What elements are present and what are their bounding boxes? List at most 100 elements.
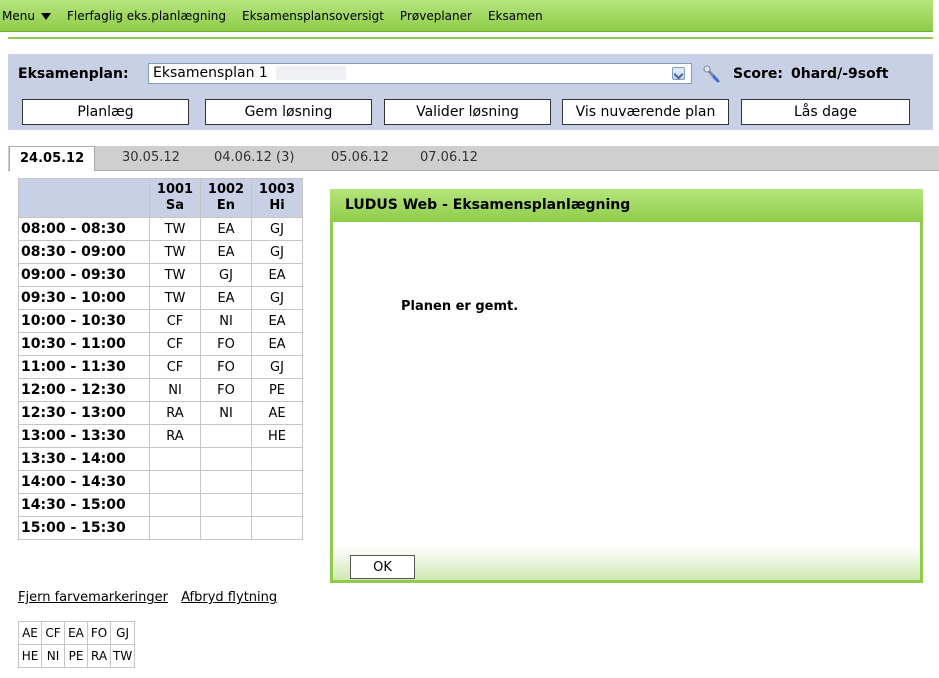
schedule-cell[interactable]: CF <box>149 355 201 379</box>
schedule-cell[interactable]: HE <box>251 424 303 448</box>
schedule-cell[interactable]: GJ <box>251 217 303 241</box>
room-header: 1001 Sa <box>149 178 201 218</box>
schedule-cell[interactable]: GJ <box>200 263 252 287</box>
menu-label: Menu <box>2 8 35 23</box>
legend-item[interactable]: RA <box>87 644 111 668</box>
schedule-cell[interactable]: EA <box>251 309 303 333</box>
room-abbr: Sa <box>165 198 185 213</box>
teacher-legend: AE CF EA FO GJ HE NI PE RA TW <box>18 621 136 668</box>
schedule-cell[interactable] <box>149 470 201 494</box>
remove-color-markings-link[interactable]: Fjern farvemarkeringer <box>18 590 168 605</box>
schedule-cell[interactable] <box>200 493 252 517</box>
triangle-down-icon <box>40 12 51 20</box>
ok-button[interactable]: OK <box>350 555 415 579</box>
legend-item[interactable]: FO <box>87 621 111 645</box>
schedule-cell[interactable] <box>149 447 201 471</box>
chevron-down-icon[interactable] <box>672 67 685 80</box>
schedule-cell[interactable] <box>251 493 303 517</box>
menu-item-flerfaglig[interactable]: Flerfaglig eks.planlægning <box>59 9 234 23</box>
schedule-row: 14:00 - 14:30 <box>18 470 303 494</box>
schedule-cell[interactable]: PE <box>251 378 303 402</box>
schedule-cell[interactable]: CF <box>149 332 201 356</box>
tab-24-05-12[interactable]: 24.05.12 <box>9 146 96 171</box>
schedule-cell[interactable]: RA <box>149 401 201 425</box>
save-solution-button[interactable]: Gem løsning <box>205 99 372 125</box>
schedule-cell[interactable]: RA <box>149 424 201 448</box>
schedule-cell[interactable]: TW <box>149 240 201 264</box>
cancel-move-link[interactable]: Afbryd flytning <box>181 590 277 605</box>
schedule-cell[interactable]: TW <box>149 217 201 241</box>
date-tabs: 24.05.12 30.05.12 04.06.12 (3) 05.06.12 … <box>8 146 939 171</box>
schedule-cell[interactable] <box>251 470 303 494</box>
schedule-cell[interactable] <box>200 470 252 494</box>
schedule-table: 1001 Sa 1002 En 1003 Hi 08:00 - 08:30 TW EA GJ… <box>18 178 303 540</box>
schedule-row: 10:00 - 10:30 CF NI EA <box>18 309 303 333</box>
room-number: 1003 <box>258 182 296 197</box>
plan-label: Eksamenplan: <box>18 66 129 82</box>
legend-item[interactable]: HE <box>18 644 42 668</box>
score-label: Score: <box>733 66 783 82</box>
schedule-cell[interactable]: EA <box>251 263 303 287</box>
schedule-row: 09:00 - 09:30 TW GJ EA <box>18 263 303 287</box>
schedule-cell[interactable]: TW <box>149 286 201 310</box>
time-slot-label: 10:30 - 11:00 <box>18 332 150 356</box>
menu-dropdown[interactable]: Menu <box>0 9 59 23</box>
room-header: 1003 Hi <box>251 178 303 218</box>
time-slot-label: 12:30 - 13:00 <box>18 401 150 425</box>
schedule-cell[interactable]: FO <box>200 332 252 356</box>
schedule-cell[interactable]: NI <box>149 378 201 402</box>
schedule-cell[interactable]: CF <box>149 309 201 333</box>
plan-button[interactable]: Planlæg <box>22 99 189 125</box>
tab-30-05-12[interactable]: 30.05.12 <box>122 150 180 165</box>
tab-04-06-12[interactable]: 04.06.12 (3) <box>214 150 294 165</box>
schedule-cell[interactable]: EA <box>251 332 303 356</box>
menu-item-eksamen[interactable]: Eksamen <box>480 9 551 23</box>
validate-solution-button[interactable]: Valider løsning <box>384 99 551 125</box>
schedule-cell[interactable] <box>251 447 303 471</box>
schedule-cell[interactable] <box>149 493 201 517</box>
message-dialog: LUDUS Web - Eksamensplanlægning Planen e… <box>330 189 923 583</box>
time-slot-label: 14:00 - 14:30 <box>18 470 150 494</box>
wand-tool-icon[interactable] <box>702 64 722 84</box>
dialog-footer: OK <box>333 547 920 580</box>
schedule-cell[interactable]: GJ <box>251 286 303 310</box>
plan-select[interactable]: Eksamensplan 1 <box>148 63 692 84</box>
legend-item[interactable]: EA <box>64 621 88 645</box>
schedule-cell[interactable]: TW <box>149 263 201 287</box>
legend-item[interactable]: GJ <box>109 621 136 645</box>
legend-item[interactable]: CF <box>41 621 65 645</box>
schedule-cell[interactable]: EA <box>200 286 252 310</box>
menu-item-proeveplaner[interactable]: Prøveplaner <box>392 9 480 23</box>
lock-days-button[interactable]: Lås dage <box>741 99 910 125</box>
legend-item[interactable]: PE <box>64 644 88 668</box>
schedule-cell[interactable] <box>200 447 252 471</box>
menu-item-oversigt[interactable]: Eksamensplansoversigt <box>234 9 392 23</box>
score-value: 0hard/-9soft <box>791 66 889 82</box>
room-number: 1001 <box>156 182 194 197</box>
schedule-cell[interactable] <box>149 516 201 540</box>
schedule-cell[interactable]: NI <box>200 401 252 425</box>
schedule-cell[interactable]: GJ <box>251 240 303 264</box>
dialog-message: Planen er gemt. <box>401 299 519 314</box>
schedule-cell[interactable]: NI <box>200 309 252 333</box>
legend-item[interactable]: NI <box>41 644 65 668</box>
schedule-cell[interactable]: AE <box>251 401 303 425</box>
show-current-plan-button[interactable]: Vis nuværende plan <box>562 99 729 125</box>
legend-item[interactable]: TW <box>109 644 136 668</box>
room-abbr: Hi <box>269 198 285 213</box>
schedule-cell[interactable]: EA <box>200 240 252 264</box>
schedule-cell[interactable]: EA <box>200 217 252 241</box>
schedule-cell[interactable]: FO <box>200 378 252 402</box>
schedule-cell[interactable]: FO <box>200 355 252 379</box>
legend-row: AE CF EA FO GJ <box>18 621 136 645</box>
schedule-cell[interactable] <box>251 516 303 540</box>
schedule-cell[interactable] <box>200 516 252 540</box>
schedule-cell[interactable] <box>200 424 252 448</box>
redacted-text <box>275 66 346 80</box>
tab-07-06-12[interactable]: 07.06.12 <box>420 150 478 165</box>
plan-select-value: Eksamensplan 1 <box>153 65 268 81</box>
legend-item[interactable]: AE <box>18 621 42 645</box>
schedule-cell[interactable]: GJ <box>251 355 303 379</box>
tab-05-06-12[interactable]: 05.06.12 <box>331 150 389 165</box>
schedule-row: 10:30 - 11:00 CF FO EA <box>18 332 303 356</box>
